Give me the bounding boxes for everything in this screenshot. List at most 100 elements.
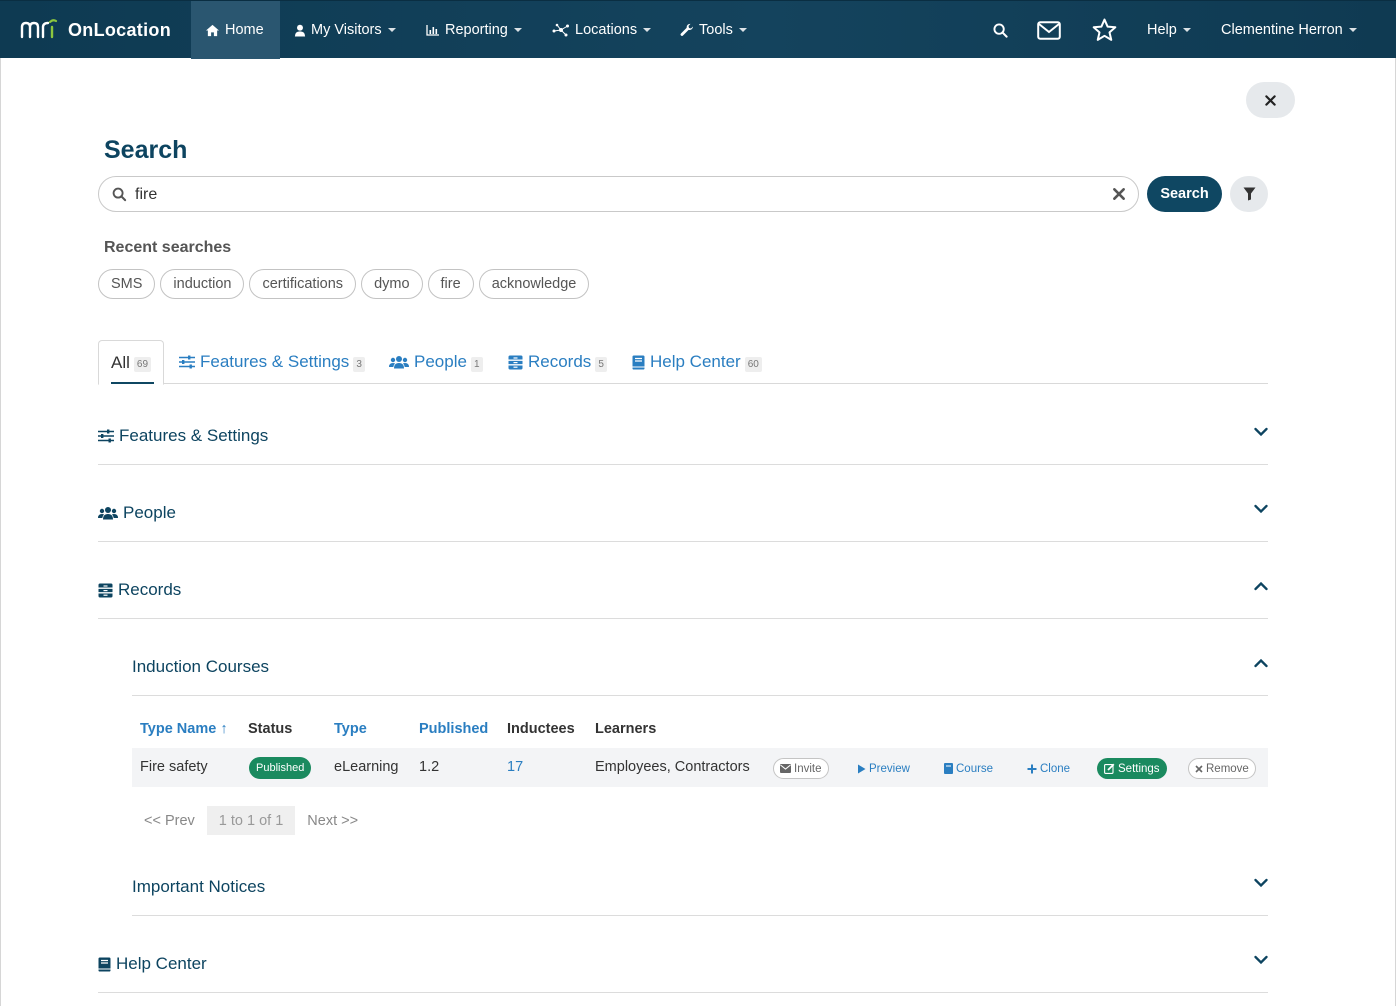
- subsection-important-notices[interactable]: Important Notices: [132, 861, 1268, 916]
- section-people-label: People: [123, 503, 176, 522]
- tab-features-settings[interactable]: Features & Settings 3: [179, 340, 365, 384]
- chevron-down-icon: [1254, 878, 1268, 888]
- subsection-induction-label: Induction Courses: [132, 657, 270, 676]
- users-icon: [389, 356, 409, 369]
- recent-search-chip[interactable]: SMS: [98, 269, 156, 299]
- search-field[interactable]: [98, 176, 1139, 212]
- book-icon: [98, 957, 111, 971]
- tab-help-center[interactable]: Help Center 60: [632, 340, 762, 384]
- section-title: Records: [98, 580, 181, 600]
- recent-search-chip[interactable]: acknowledge: [478, 269, 590, 299]
- col-learners: Learners: [595, 721, 657, 737]
- nav-messages-button[interactable]: [1034, 1, 1064, 59]
- section-people[interactable]: People: [98, 487, 1268, 542]
- archive-icon: [98, 583, 113, 597]
- envelope-icon: [780, 764, 791, 773]
- col-type[interactable]: Type: [334, 721, 367, 737]
- invite-label: Invite: [794, 762, 822, 775]
- inductees-link[interactable]: 17: [507, 759, 523, 775]
- settings-button[interactable]: Settings: [1097, 758, 1167, 779]
- section-records[interactable]: Records: [98, 564, 1268, 619]
- settings-label: Settings: [1118, 762, 1160, 775]
- network-icon: [552, 23, 569, 37]
- search-icon: [992, 22, 1008, 38]
- home-icon: [206, 24, 219, 36]
- book-icon: [632, 355, 645, 369]
- nav-my-visitors-label: My Visitors: [311, 22, 382, 38]
- invite-button[interactable]: Invite: [773, 758, 829, 779]
- filter-button[interactable]: [1230, 176, 1268, 212]
- tab-records[interactable]: Records 5: [508, 340, 607, 384]
- preview-label: Preview: [869, 762, 910, 775]
- cell-type-name: Fire safety: [140, 759, 208, 775]
- nav-favorites-button[interactable]: [1089, 1, 1119, 59]
- tab-records-label: Records: [528, 352, 592, 371]
- tab-features-label: Features & Settings: [200, 352, 350, 371]
- tab-all-label: All: [111, 352, 130, 372]
- caret-down-icon: [738, 28, 747, 32]
- table-row: Fire safety Published eLearning 1.2 17 E…: [132, 748, 1268, 787]
- nav-locations[interactable]: Locations: [538, 1, 665, 59]
- users-icon: [98, 507, 118, 520]
- tab-people-label: People: [414, 352, 467, 371]
- nav-home[interactable]: Home: [191, 1, 280, 59]
- course-button[interactable]: Course: [944, 758, 993, 779]
- nav-reporting[interactable]: Reporting: [412, 1, 536, 59]
- col-inductees: Inductees: [507, 721, 575, 737]
- mri-logo-icon: [20, 19, 58, 39]
- chevron-down-icon: [1254, 504, 1268, 514]
- nav-home-label: Home: [225, 22, 264, 38]
- subsection-induction-courses[interactable]: Induction Courses: [132, 641, 1268, 696]
- clone-label: Clone: [1040, 762, 1071, 775]
- chevron-down-icon: [1254, 955, 1268, 965]
- col-type-name[interactable]: Type Name ↑: [140, 721, 228, 737]
- close-icon: [1265, 94, 1276, 106]
- pager-current: 1 to 1 of 1: [206, 806, 296, 835]
- cell-type: eLearning: [334, 759, 399, 775]
- search-button[interactable]: Search: [1147, 176, 1222, 212]
- clear-search-icon[interactable]: [1112, 187, 1126, 201]
- pager-next[interactable]: Next >>: [295, 806, 370, 835]
- chevron-down-icon: [1254, 427, 1268, 437]
- section-title: Features & Settings: [98, 426, 268, 446]
- clone-button[interactable]: Clone: [1027, 758, 1070, 779]
- nav-tools[interactable]: Tools: [666, 1, 761, 59]
- caret-down-icon: [643, 28, 652, 32]
- brand[interactable]: OnLocation: [20, 15, 171, 45]
- tab-all[interactable]: All 69: [98, 340, 164, 385]
- nav-search-button[interactable]: [986, 1, 1014, 59]
- course-label: Course: [956, 762, 994, 775]
- tab-people[interactable]: People 1: [389, 340, 483, 384]
- section-features-label: Features & Settings: [119, 426, 269, 445]
- section-title: Help Center: [98, 954, 207, 974]
- close-search-button[interactable]: [1246, 82, 1295, 118]
- brand-name: OnLocation: [68, 19, 171, 40]
- count-badge: 69: [133, 357, 152, 372]
- col-published[interactable]: Published: [419, 721, 488, 737]
- star-icon: [1092, 18, 1116, 41]
- count-badge: 3: [353, 356, 365, 372]
- nav-help[interactable]: Help: [1133, 1, 1205, 59]
- nav-my-visitors[interactable]: My Visitors: [280, 1, 410, 59]
- plus-icon: [1027, 764, 1037, 773]
- chart-icon: [426, 25, 439, 36]
- table-header: Type Name ↑ Status Type Published Induct…: [132, 718, 1268, 742]
- recent-search-chip[interactable]: certifications: [249, 269, 357, 299]
- close-icon: [1195, 764, 1203, 773]
- subsection-notices-label: Important Notices: [132, 877, 266, 896]
- section-help-center[interactable]: Help Center: [98, 938, 1268, 993]
- recent-search-chip[interactable]: induction: [160, 269, 245, 299]
- remove-button[interactable]: Remove: [1188, 758, 1256, 779]
- nav-user-menu[interactable]: Clementine Herron: [1207, 1, 1371, 59]
- pager-prev[interactable]: << Prev: [132, 806, 207, 835]
- section-records-label: Records: [118, 580, 182, 599]
- recent-search-chip[interactable]: fire: [427, 269, 474, 299]
- section-features-settings[interactable]: Features & Settings: [98, 410, 1268, 465]
- cell-published: 1.2: [419, 759, 440, 775]
- recent-search-chip[interactable]: dymo: [361, 269, 423, 299]
- preview-button[interactable]: Preview: [857, 758, 910, 779]
- search-input[interactable]: [135, 183, 1095, 207]
- count-badge: 60: [744, 356, 762, 372]
- search-icon: [112, 187, 127, 202]
- cell-learners: Employees, Contractors: [595, 759, 750, 775]
